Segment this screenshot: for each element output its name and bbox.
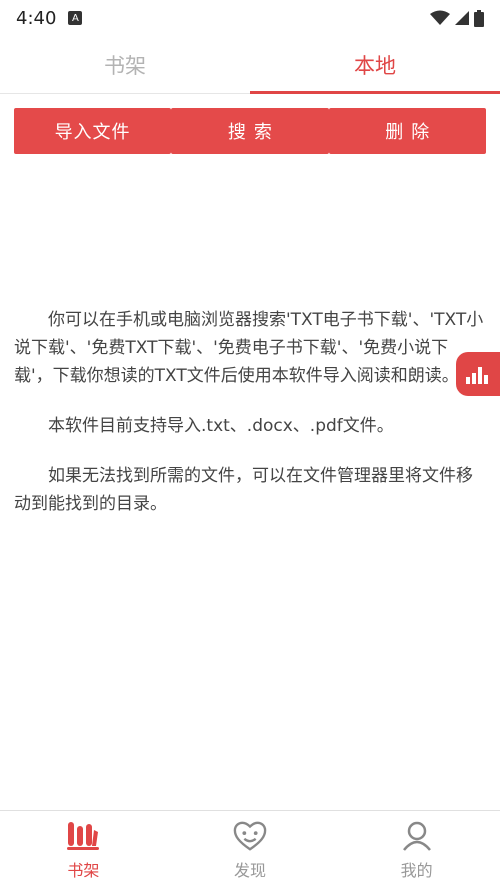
discover-icon <box>233 821 267 851</box>
nav-bookshelf-label: 书架 <box>67 860 100 880</box>
bottom-navigation: 书架 发现 我的 <box>0 810 500 888</box>
signal-icon <box>455 11 469 25</box>
wifi-icon <box>430 10 450 25</box>
nav-profile-label: 我的 <box>400 860 433 880</box>
tab-local[interactable]: 本地 <box>250 36 500 94</box>
battery-icon <box>474 9 484 27</box>
floating-audio-button[interactable] <box>456 352 500 396</box>
audio-bars-icon <box>466 367 488 384</box>
tab-bar: 书架 本地 <box>0 36 500 94</box>
search-button[interactable]: 搜索 <box>171 108 329 154</box>
help-paragraph-2: 本软件目前支持导入.txt、.docx、.pdf文件。 <box>48 416 394 436</box>
help-paragraph-3: 如果无法找到所需的文件，可以在文件管理器里将文件移动到能找到的目录。 <box>14 466 473 514</box>
action-bar: 导入文件 搜索 删除 <box>14 108 486 154</box>
nav-bookshelf[interactable]: 书架 <box>0 811 167 888</box>
profile-icon <box>402 821 431 851</box>
delete-button[interactable]: 删除 <box>328 108 486 154</box>
status-time: 4:40 <box>16 7 57 29</box>
help-paragraph-1: 你可以在手机或电脑浏览器搜索'TXT电子书下载'、'TXT小说下载'、'免费TX… <box>14 310 484 386</box>
nav-profile[interactable]: 我的 <box>333 811 500 888</box>
bookshelf-icon <box>67 821 100 850</box>
nav-discover[interactable]: 发现 <box>167 811 334 888</box>
app-notification-icon: A <box>68 11 83 25</box>
status-indicators <box>430 9 484 27</box>
tab-bookshelf[interactable]: 书架 <box>0 36 250 93</box>
nav-discover-label: 发现 <box>234 860 267 880</box>
help-text: 你可以在手机或电脑浏览器搜索'TXT电子书下载'、'TXT小说下载'、'免费TX… <box>14 306 486 540</box>
status-bar: 4:40 A <box>0 0 500 36</box>
import-file-button[interactable]: 导入文件 <box>14 108 172 154</box>
